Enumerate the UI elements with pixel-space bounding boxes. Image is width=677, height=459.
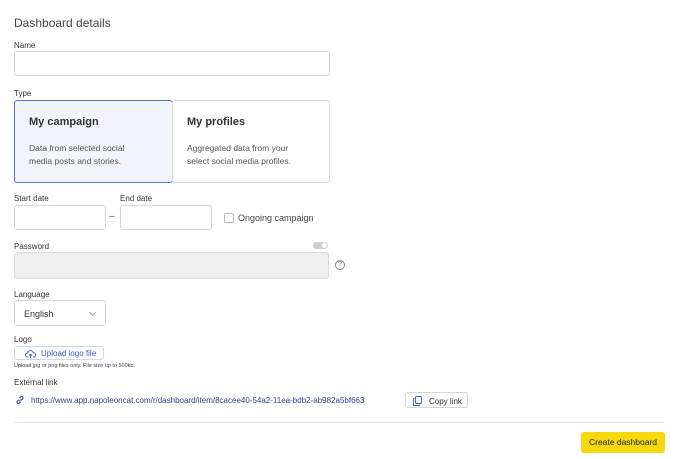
start-date-label: Start date <box>14 194 49 203</box>
copy-icon <box>413 396 422 406</box>
chevron-down-icon <box>88 308 97 317</box>
name-input[interactable] <box>14 51 330 76</box>
type-option-my-campaign[interactable]: My campaign Data from selected social me… <box>14 100 173 183</box>
external-link-url[interactable]: https://www.app.napoleoncat.com/r/dashbo… <box>31 396 364 405</box>
start-date-input[interactable] <box>14 205 106 230</box>
password-label: Password <box>14 242 50 251</box>
copy-link-label: Copy link <box>429 396 462 406</box>
upload-logo-label: Upload logo file <box>41 349 97 358</box>
type-option-my-profiles[interactable]: My profiles Aggregated data from your se… <box>172 100 330 183</box>
language-label: Language <box>14 290 50 299</box>
type-option-desc-line-1: Data from selected social <box>29 143 125 153</box>
password-toggle[interactable] <box>313 242 328 249</box>
logo-label: Logo <box>14 335 32 344</box>
name-label: Name <box>14 41 36 50</box>
ongoing-campaign-checkbox[interactable] <box>224 213 234 223</box>
page-title: Dashboard details <box>14 16 111 30</box>
create-dashboard-button[interactable]: Create dashboard <box>581 432 665 453</box>
type-label: Type <box>14 89 32 98</box>
copy-link-button[interactable]: Copy link <box>405 392 468 408</box>
type-option-title: My campaign <box>29 116 99 128</box>
footer-divider <box>14 422 664 423</box>
upload-hint: Upload jpg or png files only. File size … <box>14 363 135 369</box>
external-link-label: External link <box>14 378 58 387</box>
date-separator: – <box>109 211 115 222</box>
type-option-desc-line-2: media posts and stories. <box>29 156 122 166</box>
upload-logo-button[interactable]: Upload logo file <box>14 346 104 360</box>
ongoing-campaign-label: Ongoing campaign <box>238 213 314 223</box>
language-select-value: English <box>24 309 54 319</box>
type-option-title: My profiles <box>187 116 246 128</box>
type-option-desc-line-1: Aggregated data from your <box>187 143 289 153</box>
end-date-input[interactable] <box>120 205 212 230</box>
type-option-desc-line-2: select social media profiles. <box>187 156 291 166</box>
link-icon <box>16 396 24 404</box>
language-select[interactable]: English <box>14 300 106 326</box>
end-date-label: End date <box>120 194 153 203</box>
password-input <box>14 252 329 279</box>
help-icon[interactable]: ? <box>335 260 345 270</box>
cloud-upload-icon <box>25 350 36 359</box>
